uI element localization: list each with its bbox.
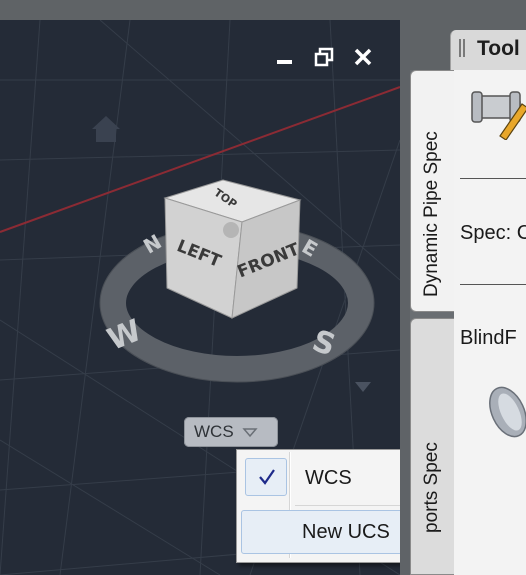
tab-dynamic-pipe-spec[interactable]: Dynamic Pipe Spec [410, 70, 454, 312]
ucs-selector-label: WCS [194, 422, 234, 441]
content-separator [460, 284, 526, 285]
restore-button[interactable] [313, 46, 335, 68]
tab-supports-spec[interactable]: ports Spec [410, 318, 454, 575]
close-button[interactable] [352, 46, 374, 68]
app-window: W S N E TOP LEFT FRONT WCS WCS New UCS T… [0, 0, 526, 575]
tool-palette-content: Spec: C BlindF [454, 70, 526, 575]
restore-icon [314, 47, 334, 67]
tool-palette-header[interactable]: Tool [450, 30, 526, 70]
content-separator [460, 178, 526, 179]
chevron-down-icon [242, 428, 258, 438]
minimize-button[interactable] [274, 46, 296, 68]
blind-flange-icon[interactable] [480, 382, 526, 442]
check-indicator [245, 458, 287, 496]
menu-item-label: New UCS [302, 521, 390, 543]
close-icon [354, 48, 372, 66]
pipe-tool-icon[interactable] [470, 82, 526, 140]
check-icon [259, 469, 275, 485]
grip-icon[interactable] [458, 38, 466, 58]
tool-palette-title: Tool [477, 37, 520, 60]
ucs-selector-button[interactable]: WCS [184, 417, 278, 447]
tab-label: ports Spec [421, 442, 442, 533]
minimize-icon [277, 60, 292, 64]
spec-label: Spec: C [460, 222, 526, 244]
tool-palette-tab-strip: Dynamic Pipe Spec ports Spec [410, 70, 454, 575]
tab-label: Dynamic Pipe Spec [421, 131, 442, 297]
menu-item-label: WCS [305, 467, 352, 489]
palette-divider [400, 20, 410, 575]
home-icon[interactable] [90, 112, 122, 144]
blind-flange-label[interactable]: BlindF [460, 327, 517, 350]
